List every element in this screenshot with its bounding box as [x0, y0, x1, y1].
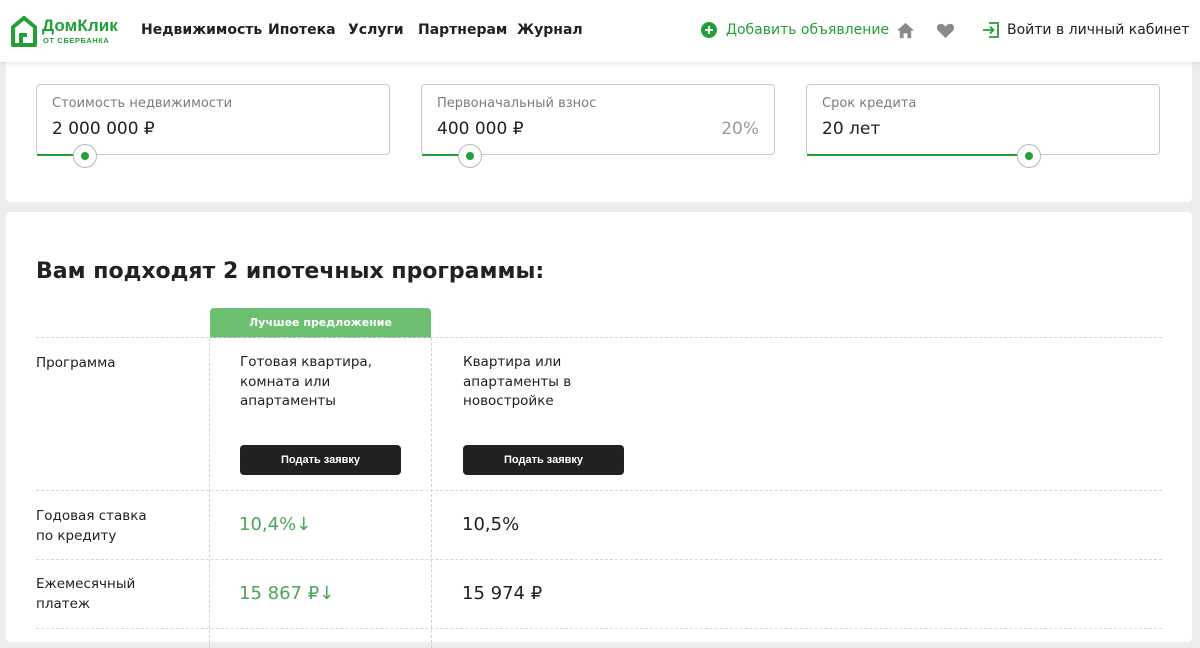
- programs-title: Вам подходят 2 ипотечных программы:: [36, 259, 545, 284]
- payment-row-label: Ежемесячный платеж: [36, 576, 136, 612]
- top-header: ДомКлик ОТ СБЕРБАНКА Недвижимость Ипотек…: [0, 0, 1200, 62]
- row-divider: [36, 490, 1162, 491]
- program-2-apply-button[interactable]: Подать заявку: [463, 445, 624, 475]
- home-icon[interactable]: [896, 21, 915, 40]
- term-slider-thumb[interactable]: [1017, 144, 1041, 168]
- nav-journal[interactable]: Журнал: [517, 21, 583, 39]
- down-payment-slider-thumb[interactable]: [458, 144, 482, 168]
- login-label: Войти в личный кабинет: [1007, 22, 1190, 38]
- nav-services[interactable]: Услуги: [348, 21, 404, 39]
- mortgage-programs: Вам подходят 2 ипотечных программы: Лучш…: [6, 212, 1192, 648]
- down-payment-field[interactable]: Первоначальный взнос 400 000 ₽ 20%: [421, 84, 775, 168]
- program-2-payment: 15 974 ₽: [462, 583, 543, 604]
- term-slider-track: [807, 154, 1029, 156]
- down-payment-percent: 20%: [721, 119, 759, 139]
- price-field[interactable]: Стоимость недвижимости 2 000 000 ₽: [36, 84, 390, 168]
- row-divider: [36, 628, 1162, 629]
- rate-row-label: Годовая ставка по кредиту: [36, 508, 147, 544]
- term-label: Срок кредита: [822, 96, 917, 111]
- term-value[interactable]: 20 лет: [822, 118, 880, 140]
- term-field[interactable]: Срок кредита 20 лет: [806, 84, 1160, 168]
- nav-mortgage[interactable]: Ипотека: [268, 21, 336, 39]
- program-1-payment: 15 867 ₽↓: [239, 583, 335, 604]
- program-1-apply-button[interactable]: Подать заявку: [240, 445, 401, 475]
- row-divider: [36, 337, 1162, 338]
- heart-icon[interactable]: [936, 21, 955, 40]
- program-row-label: Программа: [36, 355, 116, 371]
- logo-name: ДомКлик: [42, 16, 118, 35]
- price-value[interactable]: 2 000 000 ₽: [52, 118, 155, 140]
- price-label: Стоимость недвижимости: [52, 96, 233, 111]
- domclick-logo[interactable]: ДомКлик ОТ СБЕРБАНКА: [10, 15, 130, 47]
- row-divider: [36, 559, 1162, 560]
- mortgage-calculator: Стоимость недвижимости 2 000 000 ₽ Перво…: [6, 54, 1192, 202]
- login-icon: [983, 22, 999, 38]
- program-1-rate: 10,4%↓: [239, 514, 312, 535]
- price-slider-thumb[interactable]: [73, 144, 97, 168]
- program-2-name: Квартира или апартаменты в новостройке: [463, 354, 572, 409]
- best-offer-badge: Лучшее предложение: [210, 308, 431, 338]
- down-payment-label: Первоначальный взнос: [437, 96, 597, 111]
- nav-realty[interactable]: Недвижимость: [141, 21, 262, 39]
- add-ad-label: Добавить объявление: [726, 22, 890, 38]
- down-payment-value[interactable]: 400 000 ₽: [437, 118, 524, 140]
- program-1-name: Готовая квартира, комната или апартамент…: [240, 354, 372, 409]
- plus-circle-icon: [701, 22, 717, 38]
- nav-partners[interactable]: Партнерам: [418, 21, 507, 39]
- logo-subtitle: ОТ СБЕРБАНКА: [43, 36, 110, 45]
- program-2-rate: 10,5%: [462, 514, 520, 535]
- logo-house-icon: [11, 16, 37, 47]
